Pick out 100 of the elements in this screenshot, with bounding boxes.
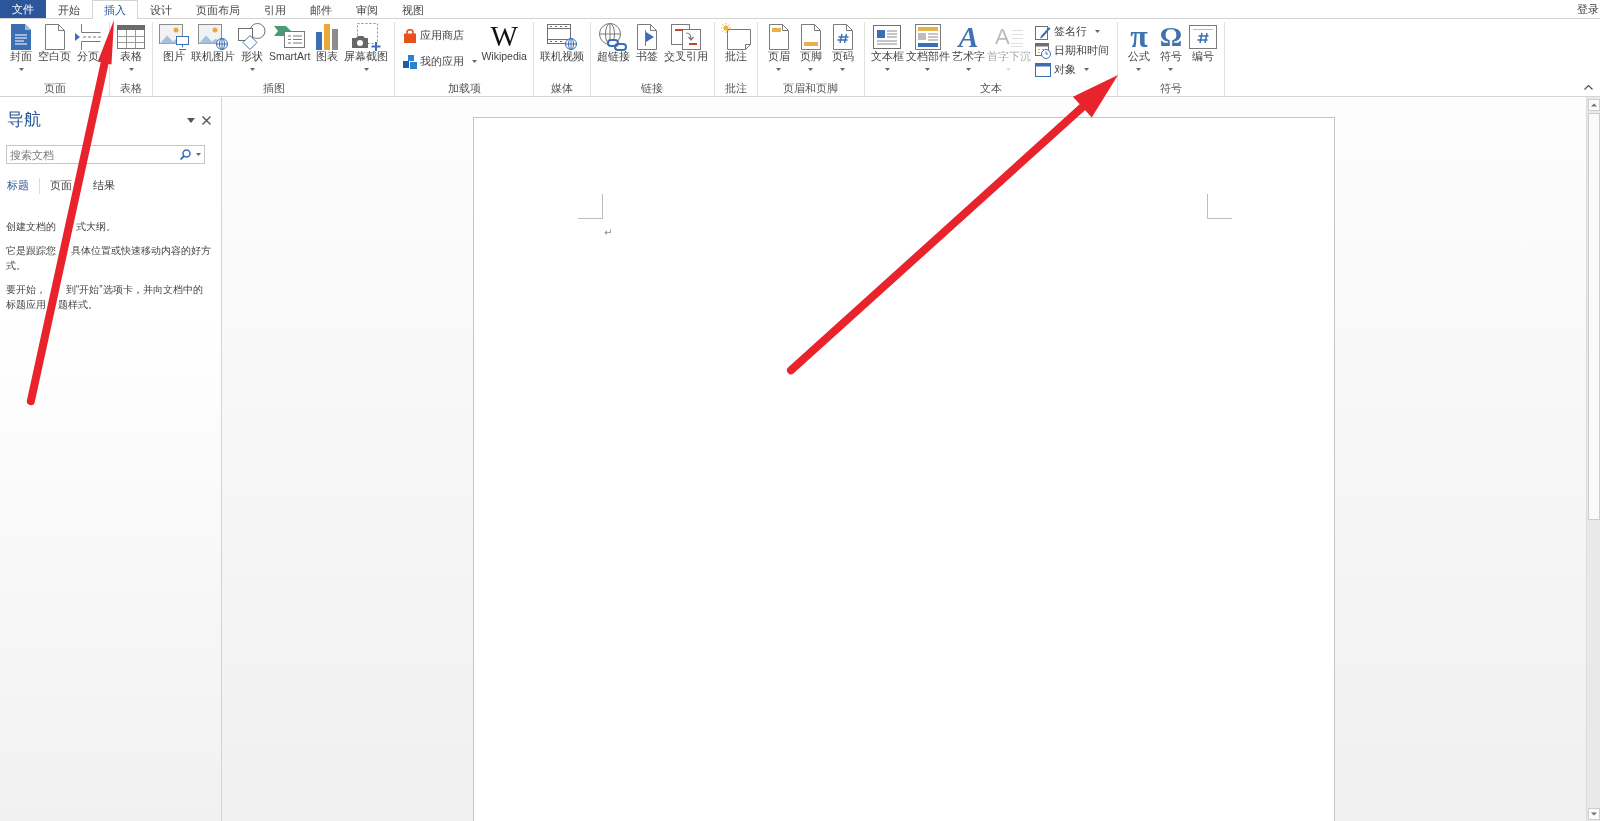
ribbon-button[interactable]: 文档部件 bbox=[904, 22, 951, 71]
caret-icon bbox=[363, 68, 369, 71]
caret-icon bbox=[1083, 68, 1089, 71]
ribbon-button[interactable]: 屏幕截图 bbox=[343, 22, 390, 71]
collapse-ribbon-icon[interactable] bbox=[1584, 85, 1593, 90]
ribbon-tab[interactable]: 文件 bbox=[0, 0, 46, 18]
ribbon-tab[interactable]: 邮件 bbox=[298, 0, 344, 19]
close-icon[interactable] bbox=[202, 115, 211, 125]
scroll-down-icon[interactable] bbox=[1587, 808, 1600, 820]
ribbon-button[interactable]: 联机视频 bbox=[538, 22, 585, 63]
pane-tab[interactable]: 标题 bbox=[7, 177, 29, 194]
group-label: 表格 bbox=[120, 81, 142, 96]
margin-corner-mark bbox=[578, 194, 603, 219]
ribbon-button[interactable]: 交叉引用 bbox=[662, 22, 709, 63]
ribbon-button[interactable]: 签名行 bbox=[1031, 22, 1103, 41]
ribbon-button[interactable]: 对象 bbox=[1031, 60, 1092, 79]
caret-icon bbox=[18, 68, 24, 71]
caret-icon[interactable] bbox=[196, 153, 201, 156]
ribbon-button[interactable]: 表格 bbox=[115, 22, 147, 71]
ribbon-button[interactable]: 我的应用 bbox=[400, 52, 481, 71]
help-text: 到“开始”选项卡，并向文档中的 bbox=[66, 283, 203, 295]
ribbon-button[interactable]: 页眉 bbox=[762, 22, 795, 71]
bar-chart-icon bbox=[316, 23, 339, 50]
caret-icon bbox=[1136, 68, 1142, 71]
cubes-icon bbox=[403, 54, 418, 69]
ribbon-button[interactable]: SmartArt bbox=[268, 22, 312, 63]
wordart-icon: A bbox=[958, 24, 979, 49]
ribbon-button[interactable]: 联机图片 bbox=[190, 22, 236, 63]
caret-icon bbox=[1006, 68, 1012, 71]
pane-tab[interactable]: 结果 bbox=[93, 177, 115, 194]
shopping-bag-icon bbox=[403, 28, 418, 43]
search-field[interactable]: 搜索文档 bbox=[6, 145, 205, 164]
scroll-up-icon[interactable] bbox=[1587, 99, 1600, 111]
page-break-icon bbox=[75, 23, 101, 50]
text-box-icon bbox=[873, 24, 902, 49]
help-text: 式大纲。 bbox=[76, 221, 116, 232]
sign-in-link[interactable]: 登录 bbox=[1577, 0, 1599, 18]
signature-pen-icon bbox=[1034, 23, 1051, 40]
ribbon-button[interactable]: 空白页 bbox=[37, 22, 72, 63]
blank-page-icon bbox=[44, 23, 65, 50]
calendar-clock-icon bbox=[1034, 42, 1051, 59]
ribbon-button[interactable]: 日期和时间 bbox=[1031, 41, 1112, 60]
group-label: 页眉和页脚 bbox=[783, 81, 839, 96]
ribbon-button[interactable]: Ω 符号 bbox=[1154, 22, 1187, 71]
omega-symbol-icon: Ω bbox=[1159, 24, 1183, 49]
ribbon-button[interactable]: 页码 bbox=[826, 22, 859, 71]
caret-icon bbox=[884, 68, 890, 71]
margin-corner-mark bbox=[1207, 194, 1232, 219]
ribbon-button[interactable]: 形状 bbox=[236, 22, 268, 71]
group-label: 媒体 bbox=[550, 81, 573, 96]
help-text: 式。 bbox=[6, 260, 26, 271]
caret-icon bbox=[808, 68, 814, 71]
document-page[interactable]: ↵ bbox=[473, 117, 1335, 821]
ribbon-button[interactable]: 批注 bbox=[719, 22, 752, 63]
group-label: 页面 bbox=[43, 81, 66, 96]
help-text: 题样式。 bbox=[58, 299, 98, 310]
film-globe-icon bbox=[546, 23, 577, 50]
picture-globe-icon bbox=[198, 23, 228, 50]
search-icon[interactable] bbox=[180, 149, 191, 160]
ribbon-button[interactable]: 图片 bbox=[158, 22, 190, 63]
ribbon-button[interactable]: A 艺术字 bbox=[950, 22, 986, 71]
ribbon-tab[interactable]: 设计 bbox=[138, 0, 184, 19]
picture-icon bbox=[159, 23, 189, 50]
ribbon-tab[interactable]: 审阅 bbox=[344, 0, 390, 19]
diagram-icon bbox=[274, 25, 306, 48]
ribbon-button[interactable]: 图表 bbox=[311, 22, 344, 63]
ribbon-tab[interactable]: 开始 bbox=[46, 0, 92, 19]
ribbon-tab[interactable]: 引用 bbox=[252, 0, 298, 19]
page-number-icon bbox=[832, 23, 853, 50]
ribbon-button[interactable]: 书签 bbox=[630, 22, 663, 63]
group-label: 批注 bbox=[724, 81, 747, 96]
group-label: 文本 bbox=[979, 81, 1002, 96]
ribbon-tab[interactable]: 插入 bbox=[92, 0, 138, 19]
ribbon-button[interactable]: 封面 bbox=[5, 22, 37, 71]
ribbon-button[interactable]: 超链接 bbox=[595, 22, 631, 63]
ribbon-button[interactable]: 页脚 bbox=[794, 22, 827, 71]
ribbon-button[interactable]: 应用商店 bbox=[400, 26, 468, 45]
ribbon-button[interactable]: 文本框 bbox=[869, 22, 905, 71]
pane-tab[interactable]: 页面 bbox=[50, 177, 72, 194]
caret-icon bbox=[776, 68, 782, 71]
window-icon bbox=[1034, 62, 1051, 77]
note-sparkle-icon bbox=[720, 23, 751, 50]
help-text: 创建文档的 bbox=[6, 221, 56, 232]
scrollbar-thumb[interactable] bbox=[1587, 113, 1600, 520]
ribbon-button[interactable]: 分页 bbox=[72, 22, 104, 63]
ribbon-button[interactable]: W Wikipedia bbox=[480, 22, 528, 63]
group-label: 加载项 bbox=[447, 81, 481, 96]
globe-link-icon bbox=[599, 22, 628, 51]
document-parts-icon bbox=[914, 23, 941, 50]
ribbon-button[interactable]: 编号 bbox=[1186, 22, 1219, 63]
pi-symbol-icon: π bbox=[1130, 24, 1148, 49]
caret-icon bbox=[128, 68, 134, 71]
help-text: 要开始， bbox=[6, 283, 46, 295]
dropdown-caret-icon[interactable] bbox=[187, 117, 195, 123]
caret-icon bbox=[1094, 30, 1100, 33]
ribbon-tab[interactable]: 视图 bbox=[390, 0, 436, 19]
paragraph-mark: ↵ bbox=[604, 227, 613, 238]
ribbon-tab[interactable]: 页面布局 bbox=[184, 0, 252, 19]
camera-icon bbox=[351, 22, 382, 51]
ribbon-button[interactable]: π 公式 bbox=[1122, 22, 1155, 71]
